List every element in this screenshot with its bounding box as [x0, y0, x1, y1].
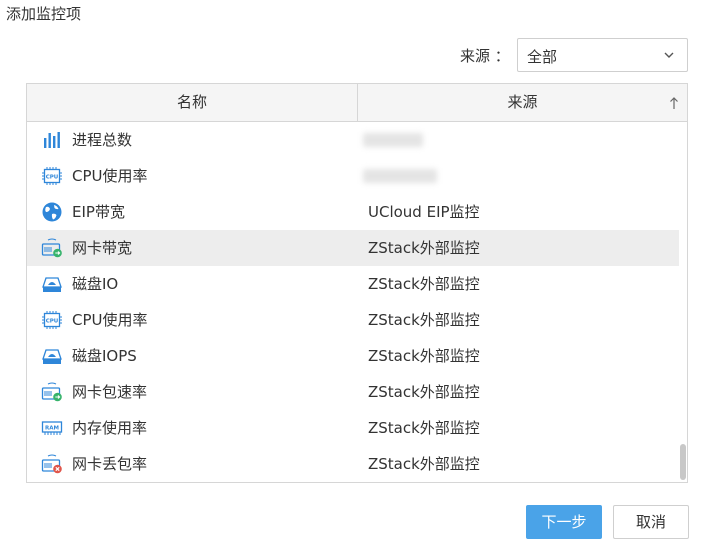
row-source: ZStack外部监控 [368, 275, 480, 293]
chevron-down-icon [664, 52, 674, 58]
vertical-scrollbar[interactable] [679, 122, 687, 482]
row-name: 磁盘IO [72, 275, 119, 293]
row-source: UCloud EIP监控 [368, 203, 480, 221]
source-filter-value: 全部 [527, 48, 558, 66]
obscured-source [363, 169, 437, 183]
row-source: ZStack外部监控 [368, 239, 480, 257]
source-filter-label: 来源 ： [460, 47, 510, 65]
table-body: 进程总数 CPU CPU使用率 EIP带宽 UCloud EIP监控 网卡带宽 … [27, 122, 687, 482]
cancel-button[interactable]: 取消 [613, 505, 689, 539]
source-filter-select[interactable]: 全部 [517, 38, 688, 72]
monitor-items-table: 名称 来源 进程总数 CPU CPU使用率 EIP带宽 UCloud EIP监控… [26, 83, 688, 483]
row-source: ZStack外部监控 [368, 455, 480, 473]
table-row[interactable]: RAM 内存使用率 ZStack外部监控 [27, 410, 679, 446]
table-row[interactable]: CPU CPU使用率 ZStack外部监控 [27, 302, 679, 338]
svg-text:CPU: CPU [46, 175, 59, 181]
table-row[interactable]: 磁盘IO ZStack外部监控 [27, 266, 679, 302]
table-row[interactable]: CPU CPU使用率 [27, 158, 679, 194]
row-name: 网卡带宽 [72, 239, 133, 257]
column-header-source[interactable]: 来源 [358, 84, 687, 121]
svg-text:RAM: RAM [45, 426, 59, 432]
row-source: ZStack外部监控 [368, 419, 480, 437]
obscured-source [363, 133, 423, 147]
column-header-source-label: 来源 [507, 93, 538, 111]
table-row[interactable]: 磁盘IOPS ZStack外部监控 [27, 338, 679, 374]
table-row[interactable]: EIP带宽 UCloud EIP监控 [27, 194, 679, 230]
row-name: EIP带宽 [72, 203, 125, 221]
nic-packet-loss-icon [41, 454, 62, 474]
row-name: CPU使用率 [72, 311, 148, 329]
table-row-selected[interactable]: 网卡带宽 ZStack外部监控 [27, 230, 679, 266]
row-name: 内存使用率 [72, 419, 148, 437]
disk-icon [42, 349, 62, 364]
cpu-icon: CPU [42, 311, 62, 329]
row-name: 网卡丢包率 [72, 455, 148, 473]
nic-bandwidth-icon [41, 238, 62, 258]
scrollbar-thumb[interactable] [680, 444, 686, 480]
row-name: CPU使用率 [72, 167, 148, 185]
bar-chart-icon [44, 132, 60, 148]
svg-text:CPU: CPU [46, 319, 59, 325]
row-source: ZStack外部监控 [368, 311, 480, 329]
table-row[interactable]: 进程总数 [27, 122, 679, 158]
table-row[interactable]: 网卡包速率 ZStack外部监控 [27, 374, 679, 410]
sort-ascending-icon [670, 97, 678, 109]
globe-icon [42, 202, 62, 222]
row-name: 进程总数 [72, 131, 133, 149]
dialog-title: 添加监控项 [6, 5, 82, 23]
row-source: ZStack外部监控 [368, 383, 480, 401]
disk-icon [42, 277, 62, 292]
row-source: ZStack外部监控 [368, 347, 480, 365]
next-step-button[interactable]: 下一步 [526, 505, 602, 539]
nic-packet-rate-icon [41, 382, 62, 402]
cpu-icon: CPU [42, 167, 62, 185]
table-row[interactable]: 网卡丢包率 ZStack外部监控 [27, 446, 679, 482]
row-name: 网卡包速率 [72, 383, 148, 401]
table-header: 名称 来源 [27, 84, 687, 122]
column-header-name[interactable]: 名称 [27, 84, 358, 121]
ram-icon: RAM [41, 421, 63, 435]
row-name: 磁盘IOPS [72, 347, 137, 365]
